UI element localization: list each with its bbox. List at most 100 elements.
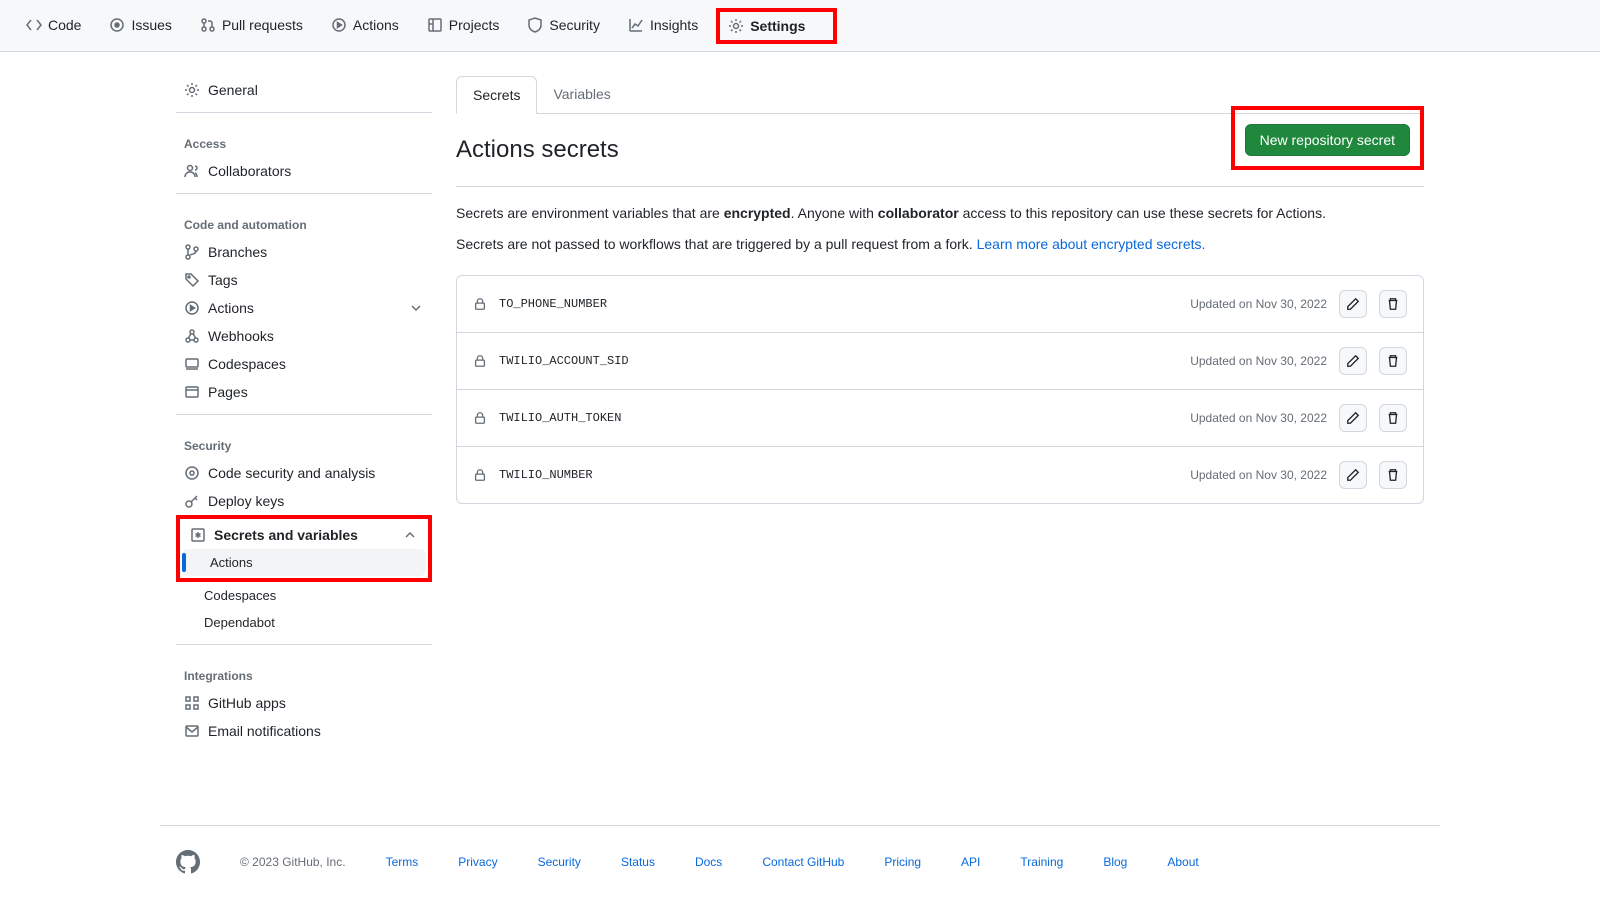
- trash-icon: [1386, 297, 1400, 311]
- delete-button[interactable]: [1379, 461, 1407, 489]
- key-icon: [184, 493, 200, 509]
- footer-docs[interactable]: Docs: [695, 855, 722, 869]
- pencil-icon: [1346, 411, 1360, 425]
- edit-button[interactable]: [1339, 404, 1367, 432]
- footer-pricing[interactable]: Pricing: [884, 855, 921, 869]
- description: Secrets are environment variables that a…: [456, 187, 1424, 263]
- group-integrations: Integrations: [176, 653, 432, 689]
- tab-label: Code: [48, 17, 81, 33]
- sidebar-label: Collaborators: [208, 163, 291, 179]
- tab-label: Security: [549, 17, 600, 33]
- tab-code[interactable]: Code: [16, 9, 91, 43]
- footer-about[interactable]: About: [1167, 855, 1198, 869]
- sidebar-actions[interactable]: Actions: [176, 294, 432, 322]
- divider: [176, 414, 432, 415]
- learn-more-link[interactable]: Learn more about encrypted secrets.: [977, 236, 1206, 252]
- tab-label: Actions: [353, 17, 399, 33]
- pencil-icon: [1346, 354, 1360, 368]
- tab-security[interactable]: Security: [517, 9, 610, 43]
- trash-icon: [1386, 411, 1400, 425]
- issue-icon: [109, 17, 125, 33]
- chevron-up-icon: [402, 527, 418, 543]
- sidebar-general[interactable]: General: [176, 76, 432, 104]
- footer-training[interactable]: Training: [1020, 855, 1063, 869]
- pr-icon: [200, 17, 216, 33]
- tab-insights[interactable]: Insights: [618, 9, 708, 43]
- secret-row: TO_PHONE_NUMBER Updated on Nov 30, 2022: [457, 276, 1423, 333]
- tab-label: Pull requests: [222, 17, 303, 33]
- sidebar-sv-actions[interactable]: Actions: [182, 549, 426, 576]
- sidebar-email-notif[interactable]: Email notifications: [176, 717, 432, 745]
- lock-icon: [473, 468, 487, 482]
- edit-button[interactable]: [1339, 290, 1367, 318]
- asterisk-icon: [190, 527, 206, 543]
- trash-icon: [1386, 468, 1400, 482]
- analysis-icon: [184, 465, 200, 481]
- sidebar-label: Codespaces: [208, 356, 286, 372]
- edit-button[interactable]: [1339, 347, 1367, 375]
- github-logo-icon: [176, 850, 200, 874]
- sidebar-secrets-variables[interactable]: Secrets and variables: [182, 521, 426, 549]
- footer-contact[interactable]: Contact GitHub: [762, 855, 844, 869]
- tab-pulls[interactable]: Pull requests: [190, 9, 313, 43]
- footer: © 2023 GitHub, Inc. Terms Privacy Securi…: [160, 826, 1440, 914]
- new-secret-button[interactable]: New repository secret: [1245, 124, 1410, 156]
- sidebar-pages[interactable]: Pages: [176, 378, 432, 406]
- secret-updated: Updated on Nov 30, 2022: [1190, 297, 1327, 311]
- tab-projects[interactable]: Projects: [417, 9, 510, 43]
- sidebar-webhooks[interactable]: Webhooks: [176, 322, 432, 350]
- tab-secrets[interactable]: Secrets: [456, 76, 537, 114]
- group-code-automation: Code and automation: [176, 202, 432, 238]
- sidebar-tags[interactable]: Tags: [176, 266, 432, 294]
- delete-button[interactable]: [1379, 404, 1407, 432]
- footer-privacy[interactable]: Privacy: [458, 855, 497, 869]
- edit-button[interactable]: [1339, 461, 1367, 489]
- sidebar-label: Secrets and variables: [214, 527, 358, 543]
- webhook-icon: [184, 328, 200, 344]
- sidebar-sv-codespaces[interactable]: Codespaces: [176, 582, 432, 609]
- sidebar-deploy-keys[interactable]: Deploy keys: [176, 487, 432, 515]
- footer-links: Terms Privacy Security Status Docs Conta…: [386, 855, 1199, 869]
- lock-icon: [473, 297, 487, 311]
- footer-terms[interactable]: Terms: [386, 855, 419, 869]
- sidebar-code-security[interactable]: Code security and analysis: [176, 459, 432, 487]
- group-security: Security: [176, 423, 432, 459]
- mail-icon: [184, 723, 200, 739]
- sidebar-codespaces[interactable]: Codespaces: [176, 350, 432, 378]
- secret-row: TWILIO_NUMBER Updated on Nov 30, 2022: [457, 447, 1423, 503]
- trash-icon: [1386, 354, 1400, 368]
- delete-button[interactable]: [1379, 347, 1407, 375]
- projects-icon: [427, 17, 443, 33]
- tab-settings[interactable]: Settings: [716, 8, 837, 44]
- page-header: Actions secrets New repository secret: [456, 114, 1424, 187]
- lock-icon: [473, 411, 487, 425]
- sidebar-github-apps[interactable]: GitHub apps: [176, 689, 432, 717]
- tab-actions[interactable]: Actions: [321, 9, 409, 43]
- sidebar-label: Email notifications: [208, 723, 321, 739]
- footer-security[interactable]: Security: [538, 855, 581, 869]
- highlight-box: Secrets and variables Actions: [176, 515, 432, 582]
- graph-icon: [628, 17, 644, 33]
- tab-label: Settings: [750, 18, 805, 34]
- apps-icon: [184, 695, 200, 711]
- pencil-icon: [1346, 468, 1360, 482]
- tab-label: Issues: [131, 17, 171, 33]
- tab-variables[interactable]: Variables: [537, 76, 626, 113]
- secret-updated: Updated on Nov 30, 2022: [1190, 411, 1327, 425]
- tab-issues[interactable]: Issues: [99, 9, 181, 43]
- footer-blog[interactable]: Blog: [1103, 855, 1127, 869]
- secret-name: TO_PHONE_NUMBER: [499, 297, 607, 311]
- delete-button[interactable]: [1379, 290, 1407, 318]
- footer-api[interactable]: API: [961, 855, 980, 869]
- sidebar-label: Deploy keys: [208, 493, 284, 509]
- secret-row: TWILIO_AUTH_TOKEN Updated on Nov 30, 202…: [457, 390, 1423, 447]
- main-content: Secrets Variables Actions secrets New re…: [456, 76, 1424, 745]
- footer-status[interactable]: Status: [621, 855, 655, 869]
- sidebar-sv-dependabot[interactable]: Dependabot: [176, 609, 432, 636]
- sidebar-branches[interactable]: Branches: [176, 238, 432, 266]
- settings-sidebar: General Access Collaborators Code and au…: [176, 76, 432, 745]
- tag-icon: [184, 272, 200, 288]
- secret-updated: Updated on Nov 30, 2022: [1190, 468, 1327, 482]
- secret-name: TWILIO_AUTH_TOKEN: [499, 411, 621, 425]
- sidebar-collaborators[interactable]: Collaborators: [176, 157, 432, 185]
